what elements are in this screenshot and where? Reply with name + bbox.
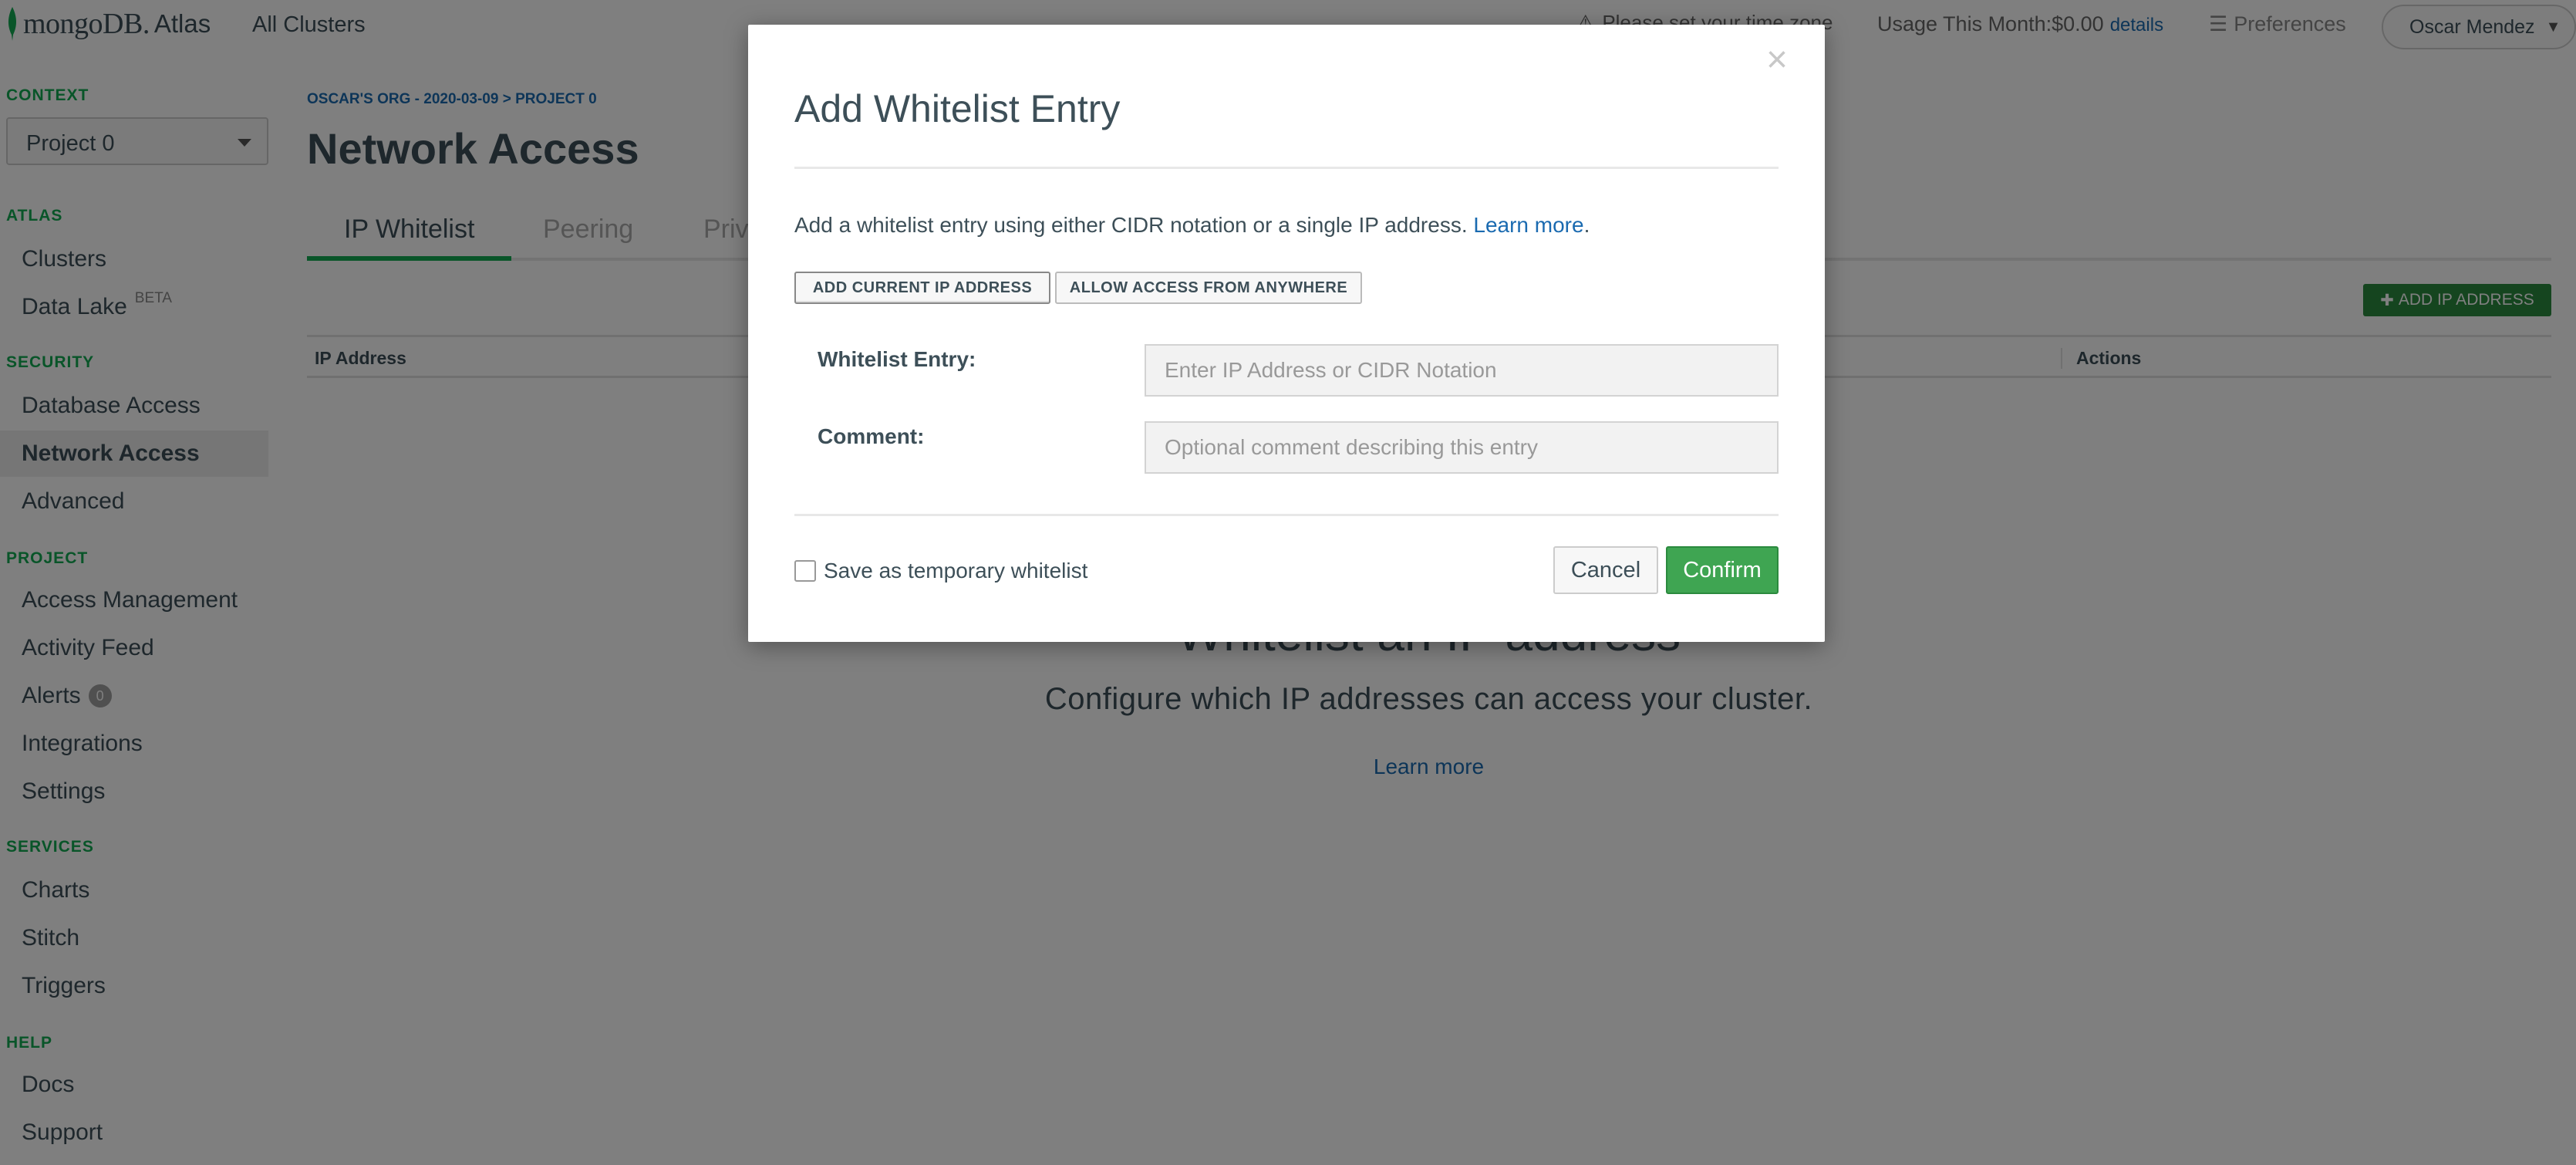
whitelist-entry-label: Whitelist Entry: — [818, 347, 976, 371]
cancel-button[interactable]: Cancel — [1553, 546, 1658, 594]
allow-access-from-anywhere-button[interactable]: ALLOW ACCESS FROM ANYWHERE — [1055, 272, 1362, 304]
comment-placeholder: Optional comment describing this entry — [1165, 435, 1538, 459]
divider — [794, 167, 1779, 169]
comment-label: Comment: — [818, 424, 925, 448]
add-current-ip-address-button[interactable]: ADD CURRENT IP ADDRESS — [794, 272, 1050, 304]
learn-more-link[interactable]: Learn more — [1473, 213, 1583, 237]
whitelist-entry-input[interactable]: Enter IP Address or CIDR Notation — [1145, 344, 1779, 397]
dialog-description-text: Add a whitelist entry using either CIDR … — [794, 213, 1468, 237]
comment-input[interactable]: Optional comment describing this entry — [1145, 421, 1779, 474]
temporary-whitelist-label: Save as temporary whitelist — [824, 559, 1088, 582]
dialog-title: Add Whitelist Entry — [794, 87, 1121, 130]
temporary-whitelist-checkbox[interactable] — [794, 560, 816, 582]
divider — [794, 514, 1779, 516]
confirm-button[interactable]: Confirm — [1666, 546, 1779, 594]
dialog-description: Add a whitelist entry using either CIDR … — [794, 213, 1590, 237]
add-whitelist-entry-dialog: × Add Whitelist Entry Add a whitelist en… — [748, 25, 1825, 642]
temporary-whitelist-option[interactable]: Save as temporary whitelist — [794, 559, 1087, 583]
close-icon[interactable]: × — [1766, 42, 1788, 79]
whitelist-entry-placeholder: Enter IP Address or CIDR Notation — [1165, 358, 1497, 382]
